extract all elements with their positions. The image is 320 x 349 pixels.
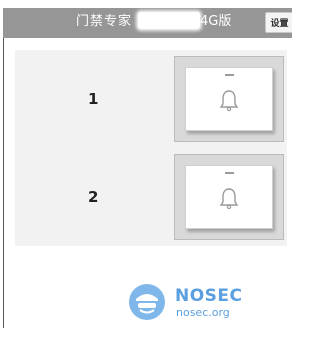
watermark-url: nosec.org	[176, 306, 230, 319]
door-number: 1	[88, 90, 99, 108]
switch-indicator	[225, 172, 234, 174]
door-row: 1	[15, 50, 287, 148]
settings-button[interactable]: 设置	[265, 12, 292, 33]
title-bar: 门禁专家 4G版 设置	[3, 8, 292, 38]
redacted-title-segment	[138, 12, 200, 29]
door-row: 2	[15, 148, 287, 246]
switch-plate	[185, 165, 273, 229]
bell-icon	[219, 90, 239, 112]
bell-icon	[219, 188, 239, 210]
doorbell-switch-button[interactable]	[174, 56, 284, 142]
nosec-watermark: NOSEC nosec.org	[127, 279, 247, 329]
doorbell-switch-button[interactable]	[174, 154, 284, 240]
switch-indicator	[225, 74, 234, 76]
app-title-version: 4G版	[200, 14, 232, 29]
app-screen: 门禁专家 4G版 设置 1 2 NOSEC nosec.org	[0, 0, 292, 349]
switch-plate	[185, 67, 273, 131]
app-title: 门禁专家	[76, 14, 133, 29]
door-number: 2	[88, 188, 99, 206]
nosec-logo-icon	[129, 284, 165, 320]
left-edge-divider	[3, 38, 4, 328]
watermark-name: NOSEC	[175, 286, 243, 306]
